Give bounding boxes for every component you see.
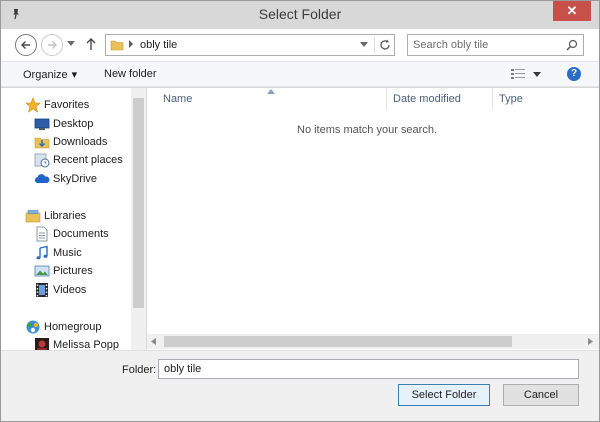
sidebar-item-documents[interactable]: Documents: [1, 225, 131, 243]
sidebar-item-pictures[interactable]: Pictures: [1, 262, 131, 280]
scroll-right-icon[interactable]: [587, 338, 593, 345]
sidebar-item-label: Pictures: [53, 265, 93, 277]
folder-icon: [110, 40, 124, 51]
organize-button[interactable]: Organize ▾: [23, 68, 77, 81]
sidebar-item-label: Homegroup: [44, 321, 102, 333]
homegroup-icon: [26, 320, 40, 334]
sidebar-item-user[interactable]: Melissa Popp: [1, 336, 131, 350]
downloads-icon: [34, 137, 50, 149]
recent-places-icon: [34, 153, 50, 168]
search-icon[interactable]: [566, 39, 578, 51]
refresh-icon[interactable]: [378, 38, 392, 52]
sidebar-item-label: Downloads: [53, 136, 108, 148]
sidebar-item-recent-places[interactable]: Recent places: [1, 151, 131, 169]
view-options-icon[interactable]: [511, 68, 527, 80]
navigation-pane-scrollbar[interactable]: [131, 88, 146, 350]
folder-field-label: Folder:: [122, 364, 157, 376]
address-divider: [374, 37, 375, 53]
file-list: Name Date modified Type No items match y…: [147, 88, 599, 350]
sidebar-item-libraries[interactable]: Libraries: [1, 207, 131, 225]
sidebar-item-skydrive[interactable]: SkyDrive: [1, 170, 131, 188]
pictures-icon: [34, 265, 50, 277]
sidebar-item-label: Videos: [53, 284, 87, 296]
sidebar-item-label: Favorites: [44, 99, 90, 111]
column-divider[interactable]: [492, 88, 493, 110]
forward-arrow-icon: [48, 41, 57, 49]
title-bar: Select Folder ✕: [1, 1, 599, 29]
view-dropdown-icon[interactable]: [533, 72, 541, 77]
search-box[interactable]: [407, 34, 584, 56]
user-avatar-icon: [35, 338, 49, 350]
sidebar-item-label: Music: [53, 247, 82, 259]
scrollbar-thumb[interactable]: [164, 336, 512, 347]
column-header-name[interactable]: Name: [163, 93, 192, 115]
scrollbar-thumb[interactable]: [133, 98, 144, 308]
sidebar-item-desktop[interactable]: Desktop: [1, 115, 131, 133]
documents-icon: [36, 226, 48, 242]
help-icon[interactable]: ?: [567, 67, 581, 81]
breadcrumb-segment[interactable]: obly tile: [140, 39, 177, 51]
sidebar-item-videos[interactable]: Videos: [1, 281, 131, 299]
organize-label: Organize: [23, 69, 68, 81]
close-button[interactable]: ✕: [553, 1, 591, 21]
address-row: obly tile: [1, 29, 599, 61]
sidebar-item-label: Libraries: [44, 210, 87, 222]
column-header-date-modified[interactable]: Date modified: [393, 93, 461, 115]
window-title: Select Folder: [258, 6, 342, 22]
select-folder-dialog: Select Folder ✕ obly tile Search obly ti…: [0, 0, 600, 422]
sidebar-item-downloads[interactable]: Downloads: [1, 133, 131, 151]
horizontal-scrollbar[interactable]: [147, 334, 599, 349]
videos-icon: [36, 283, 48, 297]
up-folder-icon[interactable]: [85, 37, 97, 51]
back-button[interactable]: [15, 34, 37, 56]
cancel-button[interactable]: Cancel: [503, 384, 579, 406]
address-bar[interactable]: obly tile: [105, 34, 395, 56]
music-icon: [36, 245, 48, 260]
empty-state-message: No items match your search.: [297, 124, 437, 136]
sidebar-item-favorites[interactable]: Favorites: [1, 96, 131, 114]
search-input[interactable]: [413, 38, 563, 52]
sidebar-item-label: Melissa Popp: [53, 339, 120, 350]
skydrive-icon: [34, 174, 50, 183]
sidebar-item-homegroup[interactable]: Homegroup: [1, 318, 131, 336]
breadcrumb-chevron-icon[interactable]: [128, 40, 134, 48]
sidebar-item-label: SkyDrive: [53, 173, 98, 185]
desktop-icon: [34, 118, 50, 130]
scroll-left-icon[interactable]: [151, 338, 157, 345]
navigation-pane: Favorites Desktop Downloads Recent place…: [1, 88, 146, 350]
column-header-type[interactable]: Type: [499, 93, 523, 115]
dialog-footer: Folder: Select Folder Cancel: [1, 350, 599, 421]
sidebar-item-label: Recent places: [53, 154, 123, 166]
sort-ascending-icon: [267, 89, 275, 94]
sidebar-item-music[interactable]: Music: [1, 244, 131, 262]
forward-button[interactable]: [41, 34, 63, 56]
column-divider[interactable]: [386, 88, 387, 110]
back-arrow-icon: [21, 41, 30, 49]
star-icon: [25, 97, 41, 113]
recent-locations-dropdown-icon[interactable]: [67, 41, 75, 47]
libraries-icon: [25, 210, 41, 223]
sidebar-item-label: Desktop: [53, 118, 94, 130]
new-folder-button[interactable]: New folder: [104, 68, 157, 80]
chevron-down-icon: ▾: [71, 69, 78, 81]
sidebar-item-label: Documents: [53, 228, 109, 240]
address-dropdown-icon[interactable]: [360, 42, 368, 48]
select-folder-button[interactable]: Select Folder: [398, 384, 490, 406]
folder-name-input[interactable]: [158, 359, 579, 379]
command-bar: Organize ▾ New folder ?: [1, 61, 599, 87]
